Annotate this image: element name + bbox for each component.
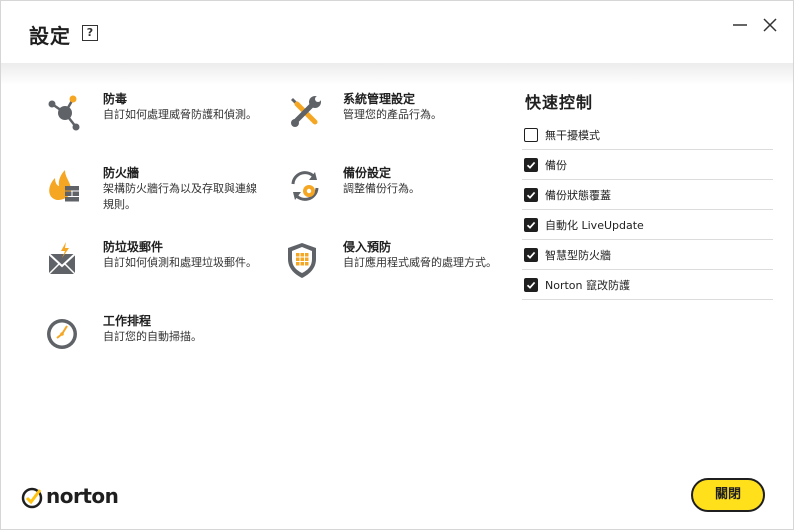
quick-control-row[interactable]: 智慧型防火牆 [522, 240, 773, 270]
quick-controls-title: 快速控制 [525, 93, 594, 112]
backup-settings-icon [291, 171, 319, 201]
norton-logo-text: norton [46, 484, 119, 508]
setting-antivirus-desc: 自訂如何處理威脅防護和偵測。 [103, 108, 257, 121]
setting-backup[interactable]: 備份設定 調整備份行為。 [285, 164, 505, 208]
setting-scheduling[interactable]: 工作排程 自訂您的自動掃描。 [45, 312, 265, 352]
setting-antispam-desc: 自訂如何偵測和處理垃圾郵件。 [103, 256, 257, 269]
checkmark-icon [526, 281, 536, 289]
quick-control-checkbox[interactable] [524, 278, 538, 292]
firewall-icon [49, 170, 79, 202]
minimize-icon [733, 24, 747, 26]
quick-control-checkbox[interactable] [524, 128, 538, 142]
close-window-button[interactable] [760, 15, 780, 35]
page-title: 設定 [29, 24, 71, 48]
quick-control-checkbox[interactable] [524, 188, 538, 202]
setting-intrusion-name: 侵入預防 [343, 240, 392, 254]
setting-firewall-name: 防火牆 [103, 166, 140, 180]
quick-control-row[interactable]: 備份 [522, 150, 773, 180]
setting-antivirus[interactable]: 防毒 自訂如何處理威脅防護和偵測。 [45, 90, 265, 134]
quick-control-label: 備份狀態覆蓋 [545, 189, 611, 202]
setting-antivirus-name: 防毒 [103, 92, 128, 106]
checkmark-icon [526, 161, 536, 169]
checkmark-icon [526, 251, 536, 259]
setting-scheduling-name: 工作排程 [103, 314, 152, 328]
quick-control-label: 無干擾模式 [545, 129, 600, 142]
quick-control-checkbox[interactable] [524, 218, 538, 232]
quick-control-label: 智慧型防火牆 [545, 249, 611, 262]
setting-antispam[interactable]: 防垃圾郵件 自訂如何偵測和處理垃圾郵件。 [45, 238, 265, 282]
antivirus-icon [48, 95, 80, 131]
antispam-icon [48, 242, 76, 275]
setting-scheduling-desc: 自訂您的自動掃描。 [103, 330, 202, 343]
quick-control-label: 自動化 LiveUpdate [545, 219, 644, 232]
quick-control-checkbox[interactable] [524, 158, 538, 172]
quick-control-row[interactable]: Norton 竄改防護 [522, 270, 773, 300]
admin-tools-icon [291, 96, 321, 127]
norton-check-icon [21, 487, 43, 509]
quick-control-label: 備份 [545, 159, 567, 172]
setting-admin[interactable]: 系統管理設定 管理您的產品行為。 [285, 90, 505, 134]
quick-controls-list: 無干擾模式備份備份狀態覆蓋自動化 LiveUpdate 智慧型防火牆 Norton … [522, 120, 773, 300]
minimize-button[interactable] [730, 15, 750, 35]
close-icon [763, 18, 777, 32]
header-shadow [1, 63, 793, 85]
setting-firewall-desc: 架構防火牆行為以及存取與連線規則。 [103, 182, 257, 211]
quick-control-row[interactable]: 無干擾模式 [522, 120, 773, 150]
checkmark-icon [526, 221, 536, 229]
close-button[interactable]: 關閉 [691, 478, 765, 512]
setting-antispam-name: 防垃圾郵件 [103, 240, 164, 254]
setting-admin-desc: 管理您的產品行為。 [343, 108, 442, 121]
settings-window: 設定 ? 防毒 自訂如何處理威脅防護和偵測。 系統管理設定 管理您的產品行為。 … [0, 0, 794, 530]
quick-control-row[interactable]: 備份狀態覆蓋 [522, 180, 773, 210]
setting-admin-name: 系統管理設定 [343, 92, 416, 106]
clock-icon [47, 319, 77, 349]
setting-intrusion[interactable]: 侵入預防 自訂應用程式威脅的處理方式。 [285, 238, 505, 282]
quick-control-label: Norton 竄改防護 [545, 279, 630, 292]
setting-intrusion-desc: 自訂應用程式威脅的處理方式。 [343, 256, 497, 269]
setting-backup-name: 備份設定 [343, 166, 392, 180]
checkmark-icon [526, 191, 536, 199]
setting-firewall[interactable]: 防火牆 架構防火牆行為以及存取與連線規則。 [45, 164, 265, 211]
setting-backup-desc: 調整備份行為。 [343, 182, 420, 195]
header: 設定 ? [1, 1, 793, 67]
quick-control-row[interactable]: 自動化 LiveUpdate [522, 210, 773, 240]
intrusion-shield-icon [288, 243, 316, 278]
quick-control-checkbox[interactable] [524, 248, 538, 262]
help-icon[interactable]: ? [82, 25, 98, 41]
